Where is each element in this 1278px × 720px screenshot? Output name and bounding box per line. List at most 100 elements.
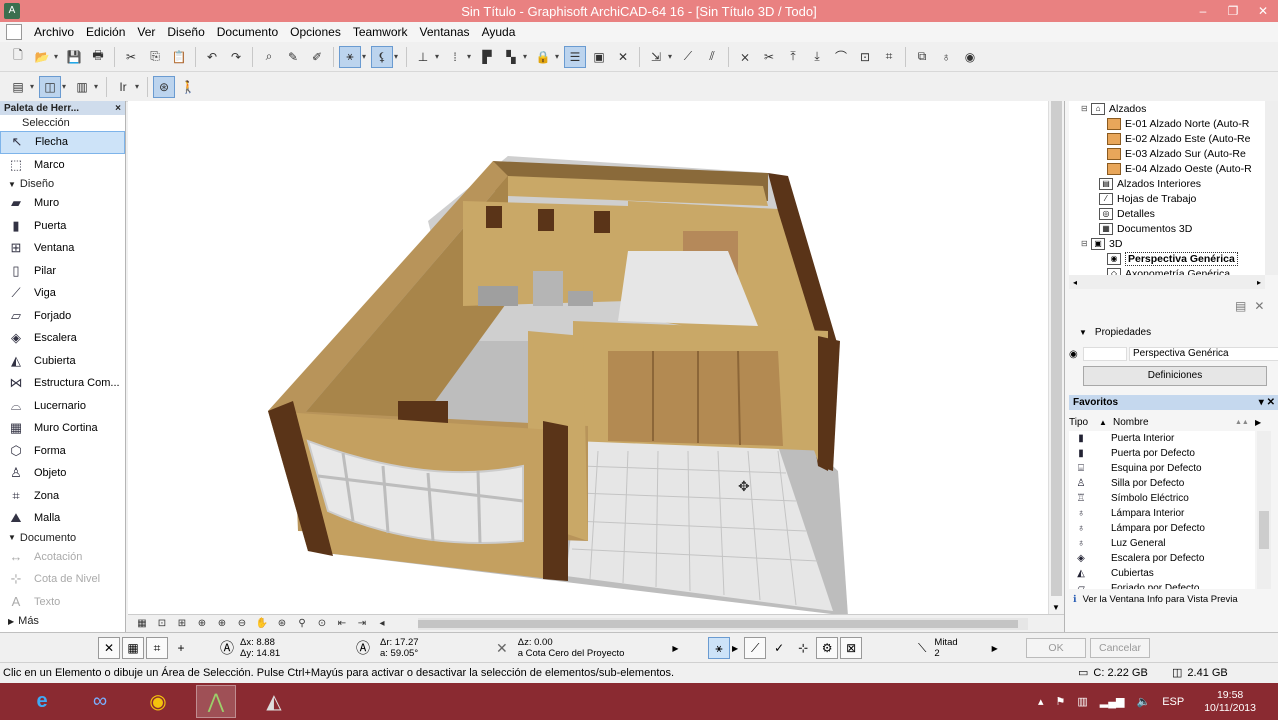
zoom-in-icon[interactable]: ⊕: [212, 616, 232, 632]
view-id-field[interactable]: [1083, 347, 1127, 361]
lock-icon[interactable]: 🔒: [532, 46, 554, 68]
elevate-icon[interactable]: ⤒: [782, 46, 804, 68]
chevron-down-icon[interactable]: ▾: [467, 52, 475, 61]
cancel-input-icon[interactable]: ✕: [98, 637, 120, 659]
tool-door[interactable]: ▮ Puerta: [0, 215, 125, 238]
tool-mesh[interactable]: ⛰ Malla: [0, 507, 125, 530]
favorite-item[interactable]: ♖ Símbolo Eléctrico: [1069, 491, 1255, 506]
definitions-button[interactable]: Definiciones: [1083, 366, 1267, 386]
favorite-item[interactable]: ⌸ Esquina por Defecto: [1069, 461, 1255, 476]
chevron-left-icon[interactable]: ◂: [1073, 278, 1077, 287]
zoom-out-icon[interactable]: ⊖: [232, 616, 252, 632]
angle[interactable]: a: 59.05°: [380, 648, 419, 659]
close-icon[interactable]: ×: [115, 103, 121, 114]
favorite-item[interactable]: ♁ Lámpara Interior: [1069, 506, 1255, 521]
explode-icon[interactable]: ⤓: [806, 46, 828, 68]
navigator-item[interactable]: ◉ Perspectiva Genérica: [1069, 251, 1265, 266]
properties-header[interactable]: ▼ Propiedades: [1079, 327, 1151, 338]
cut-icon[interactable]: ✂: [120, 46, 142, 68]
redo-icon[interactable]: ↷: [225, 46, 247, 68]
find-select-icon[interactable]: ⌕: [258, 46, 280, 68]
eyedropper-icon[interactable]: ✎: [282, 46, 304, 68]
triangle-right-icon[interactable]: ▶: [672, 644, 678, 653]
scrollbar-thumb[interactable]: [1259, 511, 1269, 549]
tool-level-dimension[interactable]: ⊹ Cota de Nivel: [0, 568, 125, 591]
favorite-item[interactable]: ♁ Lámpara por Defecto: [1069, 521, 1255, 536]
adjust-icon[interactable]: ⫽: [701, 46, 723, 68]
copy-icon[interactable]: ⎘: [144, 46, 166, 68]
navigator-item[interactable]: ◇ Axonometría Genérica: [1069, 266, 1265, 275]
trace-icon[interactable]: ▣: [588, 46, 610, 68]
magic-wand-icon[interactable]: ⚹: [708, 637, 730, 659]
undo-icon[interactable]: ↶: [201, 46, 223, 68]
sheet-icon[interactable]: ▦: [132, 616, 152, 632]
navigator-item[interactable]: ⊟ ▣ 3D: [1069, 236, 1265, 251]
chevron-down-icon[interactable]: ▾: [362, 52, 370, 61]
tool-roof[interactable]: ◭ Cubierta: [0, 350, 125, 373]
more-section[interactable]: ▶ Más: [0, 613, 125, 629]
distribute-icon[interactable]: ⁞: [444, 46, 466, 68]
tool-wall[interactable]: ▰ Muro: [0, 192, 125, 215]
chevron-left-icon[interactable]: ◂: [372, 616, 392, 632]
favorite-item[interactable]: ▮ Puerta Interior: [1069, 431, 1255, 446]
document-icon[interactable]: [6, 24, 22, 40]
chevron-down-icon[interactable]: ▾: [668, 52, 676, 61]
zoom-fit-icon[interactable]: ⊡: [152, 616, 172, 632]
document-section[interactable]: ▼ Documento: [0, 530, 125, 546]
delta-z[interactable]: Δz: 0.00: [518, 637, 625, 648]
close-button[interactable]: ✕: [1248, 0, 1278, 22]
chevron-down-icon[interactable]: ▾: [94, 82, 102, 91]
split-icon[interactable]: ⟋: [677, 46, 699, 68]
favorite-item[interactable]: ▮ Puerta por Defecto: [1069, 446, 1255, 461]
section-icon[interactable]: ⧉: [911, 46, 933, 68]
close-icon[interactable]: ✕: [1254, 299, 1264, 313]
archicad-logo-icon[interactable]: A: [4, 3, 20, 19]
window-list-icon[interactable]: ▥: [71, 76, 93, 98]
navigator-vertical-scrollbar[interactable]: [1265, 101, 1278, 275]
navigator-item[interactable]: ⊟ ⌂ Alzados: [1069, 101, 1265, 116]
navigator-item[interactable]: E-02 Alzado Este (Auto-Re: [1069, 131, 1265, 146]
tool-text[interactable]: A Texto: [0, 591, 125, 614]
chevron-right-icon[interactable]: ▸: [1257, 278, 1261, 287]
layers-icon[interactable]: ☰: [564, 45, 586, 68]
tool-slab[interactable]: ▱ Forjado: [0, 305, 125, 328]
navigator-item[interactable]: ◎ Detalles: [1069, 206, 1265, 221]
menu-opciones[interactable]: Opciones: [284, 22, 347, 42]
construction-grid-icon[interactable]: ⌗: [146, 637, 168, 659]
orbit-icon[interactable]: ⊛: [153, 75, 175, 98]
menu-ayuda[interactable]: Ayuda: [476, 22, 522, 42]
offset-icon[interactable]: ⇲: [645, 46, 667, 68]
name-column-header[interactable]: Nombre: [1113, 417, 1235, 428]
division-icon[interactable]: ⚙: [816, 637, 839, 659]
scrollbar-thumb[interactable]: [1051, 101, 1062, 596]
volume-icon[interactable]: 🔈: [1137, 695, 1151, 708]
signal-icon[interactable]: ▂▄▆: [1100, 695, 1125, 708]
magic-wand-icon[interactable]: ⚹: [339, 45, 361, 68]
viewport-vertical-scrollbar[interactable]: ▼: [1048, 101, 1064, 614]
language-indicator[interactable]: ESP: [1162, 696, 1184, 708]
tool-curtain-wall[interactable]: ▦ Muro Cortina: [0, 417, 125, 440]
ungroup-icon[interactable]: ▚: [500, 46, 522, 68]
minimize-button[interactable]: –: [1188, 0, 1218, 22]
fit-icon[interactable]: ⊙: [312, 616, 332, 632]
navigator-item[interactable]: ▦ Documentos 3D: [1069, 221, 1265, 236]
menu-teamwork[interactable]: Teamwork: [347, 22, 414, 42]
chevron-down-icon[interactable]: ▾: [394, 52, 402, 61]
zoom-area-icon[interactable]: ⊕: [192, 616, 212, 632]
pan-icon[interactable]: ✋: [252, 616, 272, 632]
chevron-down-icon[interactable]: ▾: [54, 52, 62, 61]
cancel-button[interactable]: Cancelar: [1090, 638, 1150, 658]
polar-input-icon[interactable]: Ⓐ: [356, 638, 370, 658]
expand-toggle-icon[interactable]: ⊟: [1081, 239, 1091, 248]
chevron-down-icon[interactable]: ▾: [523, 52, 531, 61]
print-icon[interactable]: 🖶: [87, 46, 109, 68]
chevron-down-icon[interactable]: ▾: [1259, 397, 1264, 408]
cross-icon[interactable]: ✕: [612, 46, 634, 68]
walk-icon[interactable]: ⚲: [292, 616, 312, 632]
tool-zone[interactable]: ⌗ Zona: [0, 485, 125, 508]
expand-toggle-icon[interactable]: ⊟: [1081, 104, 1091, 113]
snap-grid-icon[interactable]: ▦: [122, 637, 144, 659]
reference-level[interactable]: a Cota Cero del Proyecto: [518, 648, 625, 659]
crop-icon[interactable]: ⌗: [878, 46, 900, 68]
system-clock[interactable]: 19:58 10/11/2013: [1204, 689, 1256, 715]
